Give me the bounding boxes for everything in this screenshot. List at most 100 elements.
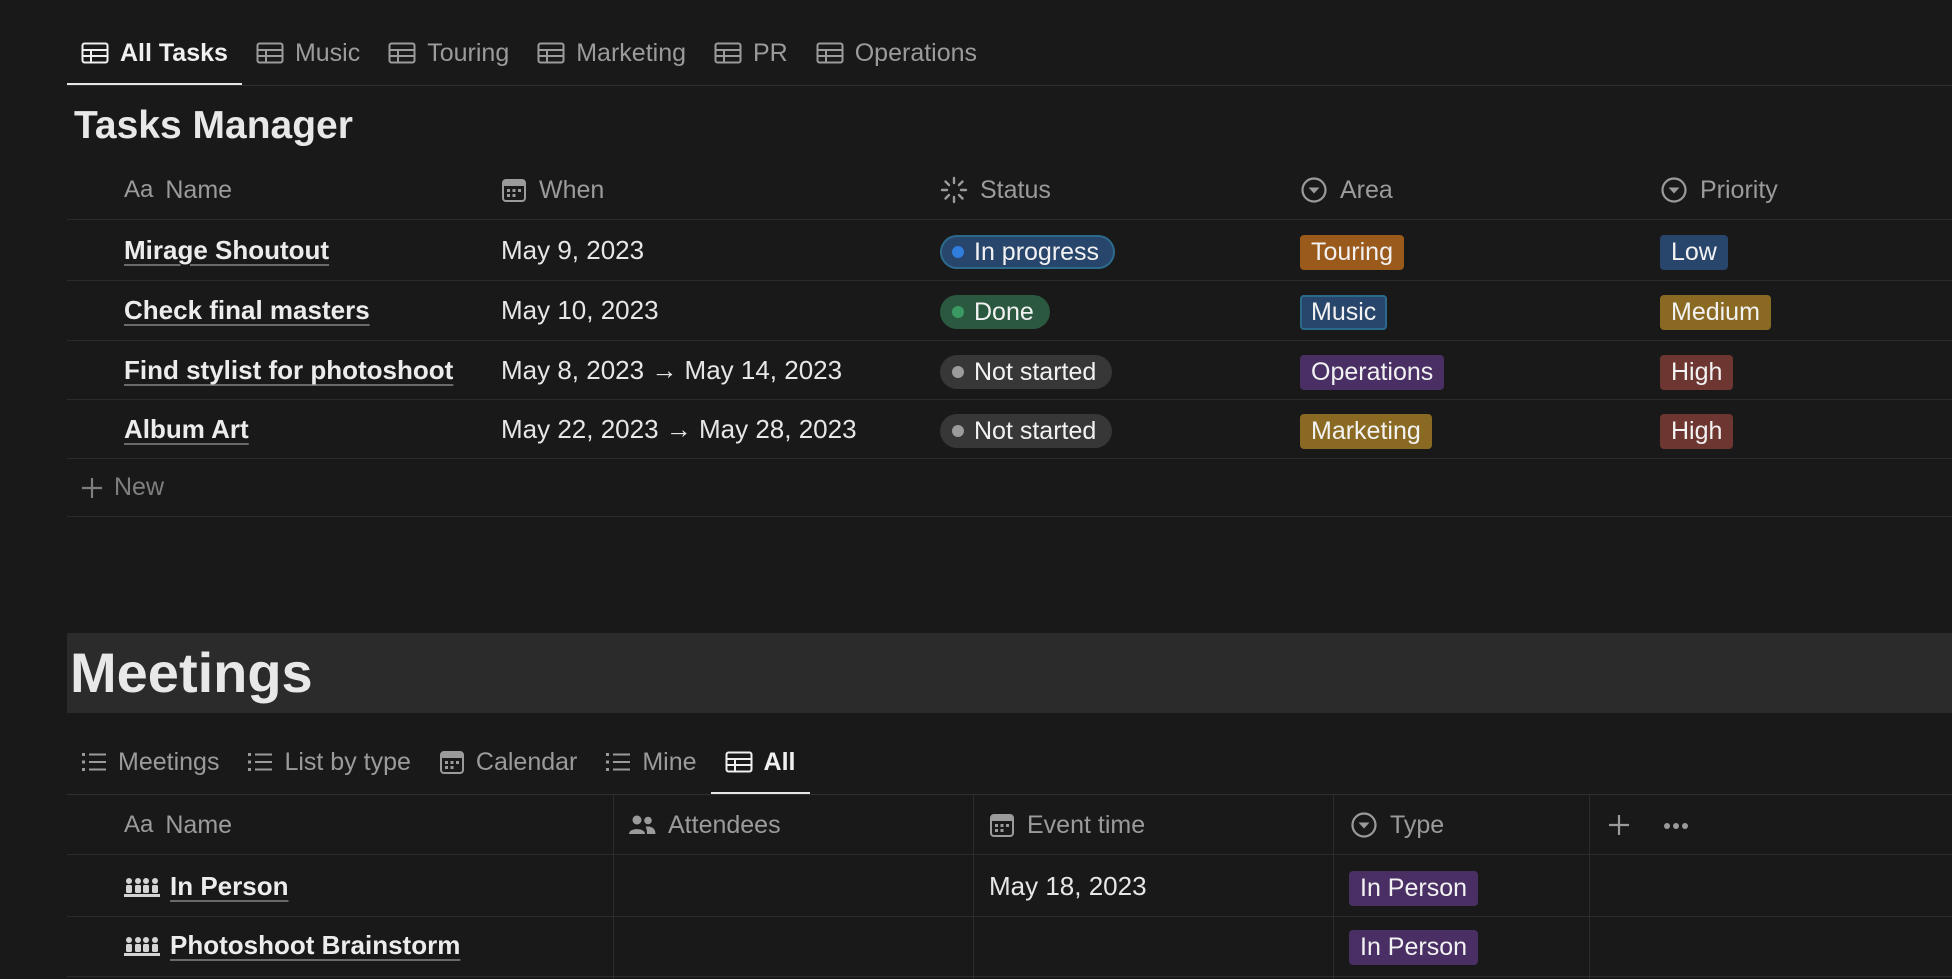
area-tag[interactable]: Marketing	[1300, 414, 1432, 449]
column-header-label: Status	[980, 175, 1051, 204]
status-dot	[952, 425, 964, 437]
tab-label: PR	[753, 38, 788, 67]
tab-all-tasks[interactable]: All Tasks	[67, 20, 242, 86]
status-dot	[952, 246, 964, 258]
task-name[interactable]: Check final masters	[124, 295, 370, 326]
tab-meetings[interactable]: Meetings	[67, 729, 233, 795]
new-row-label: New	[114, 473, 165, 501]
task-when[interactable]: May 10, 2023	[501, 295, 659, 326]
row-divider	[67, 976, 1952, 977]
priority-tag[interactable]: High	[1660, 355, 1734, 390]
column-header-name[interactable]: Aa Name	[124, 809, 232, 841]
tab-list-by-type[interactable]: List by type	[233, 729, 424, 795]
tab-calendar[interactable]: Calendar	[425, 729, 591, 795]
column-header-priority[interactable]: Priority	[1660, 174, 1778, 206]
meeting-type-tag[interactable]: In Person	[1349, 871, 1479, 906]
tab-label: Calendar	[475, 747, 578, 776]
column-header-label: Event time	[1027, 810, 1146, 839]
text-property-icon: Aa	[124, 811, 154, 838]
column-header-status[interactable]: Status	[940, 174, 1051, 206]
people-icon	[628, 814, 656, 836]
task-when[interactable]: May 8, 2023 → May 14, 2023	[501, 355, 842, 386]
column-header-name[interactable]: Aa Name	[124, 174, 232, 206]
column-header-label: Name	[165, 175, 233, 204]
more-options-button[interactable]	[1663, 822, 1689, 830]
tab-mine[interactable]: Mine	[591, 729, 710, 795]
table-icon	[256, 42, 284, 64]
column-header-event-time[interactable]: Event time	[989, 809, 1145, 841]
column-header-label: Priority	[1700, 175, 1778, 204]
meeting-event-time[interactable]: May 18, 2023	[989, 871, 1147, 902]
task-name[interactable]: Find stylist for photoshoot	[124, 355, 453, 386]
priority-tag[interactable]: Low	[1660, 235, 1728, 270]
table-icon	[388, 42, 416, 64]
calendar-icon	[439, 749, 465, 775]
text-property-icon: Aa	[124, 176, 154, 203]
meeting-name-cell[interactable]: Photoshoot Brainstorm	[124, 930, 460, 961]
column-header-when[interactable]: When	[501, 174, 604, 206]
plus-icon	[1609, 815, 1629, 835]
status-badge[interactable]: Not started	[940, 355, 1113, 389]
meetings-heading-band	[67, 633, 1952, 713]
tab-label: Mine	[642, 747, 697, 776]
status-badge[interactable]: Done	[940, 295, 1050, 329]
column-divider	[1333, 795, 1334, 979]
task-name[interactable]: Album Art	[124, 414, 249, 445]
column-header-attendees[interactable]: Attendees	[628, 809, 781, 841]
column-header-label: Area	[1340, 175, 1393, 204]
column-header-label: When	[539, 175, 605, 204]
plus-icon	[80, 476, 104, 500]
area-tag[interactable]: Touring	[1300, 235, 1404, 270]
list-icon	[81, 751, 107, 773]
meeting-type-tag[interactable]: In Person	[1349, 930, 1479, 965]
meeting-name: Photoshoot Brainstorm	[170, 930, 461, 960]
meeting-view-tabs: Meetings List by type Calendar Mine All	[67, 729, 810, 795]
list-icon	[247, 751, 273, 773]
select-icon	[1300, 176, 1328, 204]
tab-all[interactable]: All	[710, 729, 810, 795]
table-icon	[725, 751, 753, 773]
priority-tag[interactable]: High	[1660, 414, 1734, 449]
area-tag[interactable]: Music	[1300, 295, 1388, 330]
priority-tag[interactable]: Medium	[1660, 295, 1771, 330]
tab-divider	[67, 794, 1952, 795]
tab-label: List by type	[284, 747, 411, 776]
tab-marketing[interactable]: Marketing	[523, 20, 700, 86]
column-header-area[interactable]: Area	[1300, 174, 1393, 206]
row-divider	[67, 916, 1952, 917]
add-property-button[interactable]	[1607, 813, 1631, 837]
column-header-label: Attendees	[668, 810, 781, 839]
status-label: Not started	[974, 357, 1097, 386]
table-icon	[816, 42, 844, 64]
row-divider	[67, 854, 1952, 855]
meeting-name-cell[interactable]: In Person	[124, 871, 288, 902]
column-divider	[613, 795, 614, 979]
tab-label: Music	[294, 38, 361, 67]
tab-operations[interactable]: Operations	[802, 20, 991, 86]
column-header-type[interactable]: Type	[1350, 809, 1444, 841]
ellipsis-icon	[1664, 823, 1688, 829]
row-divider	[67, 458, 1952, 459]
status-dot	[952, 306, 964, 318]
status-badge[interactable]: Not started	[940, 414, 1113, 448]
row-divider	[67, 340, 1952, 341]
area-tag[interactable]: Operations	[1300, 355, 1445, 390]
column-divider	[973, 795, 974, 979]
task-when[interactable]: May 22, 2023 → May 28, 2023	[501, 414, 857, 445]
task-name[interactable]: Mirage Shoutout	[124, 235, 329, 266]
task-when[interactable]: May 9, 2023	[501, 235, 644, 266]
row-divider	[67, 516, 1952, 517]
tab-label: All Tasks	[120, 38, 228, 67]
column-header-label: Type	[1390, 810, 1445, 839]
row-divider	[67, 399, 1952, 400]
status-dot	[952, 366, 964, 378]
status-badge[interactable]: In progress	[940, 235, 1116, 269]
meeting-name: In Person	[170, 871, 289, 901]
tab-label: All	[763, 747, 796, 776]
new-row-button[interactable]: New	[80, 473, 164, 502]
task-view-tabs: All Tasks Music Touring Marketing PR Ope…	[67, 20, 991, 86]
status-spinner-icon	[940, 176, 968, 204]
tab-music[interactable]: Music	[242, 20, 374, 86]
tab-touring[interactable]: Touring	[374, 20, 523, 86]
tab-pr[interactable]: PR	[700, 20, 802, 86]
